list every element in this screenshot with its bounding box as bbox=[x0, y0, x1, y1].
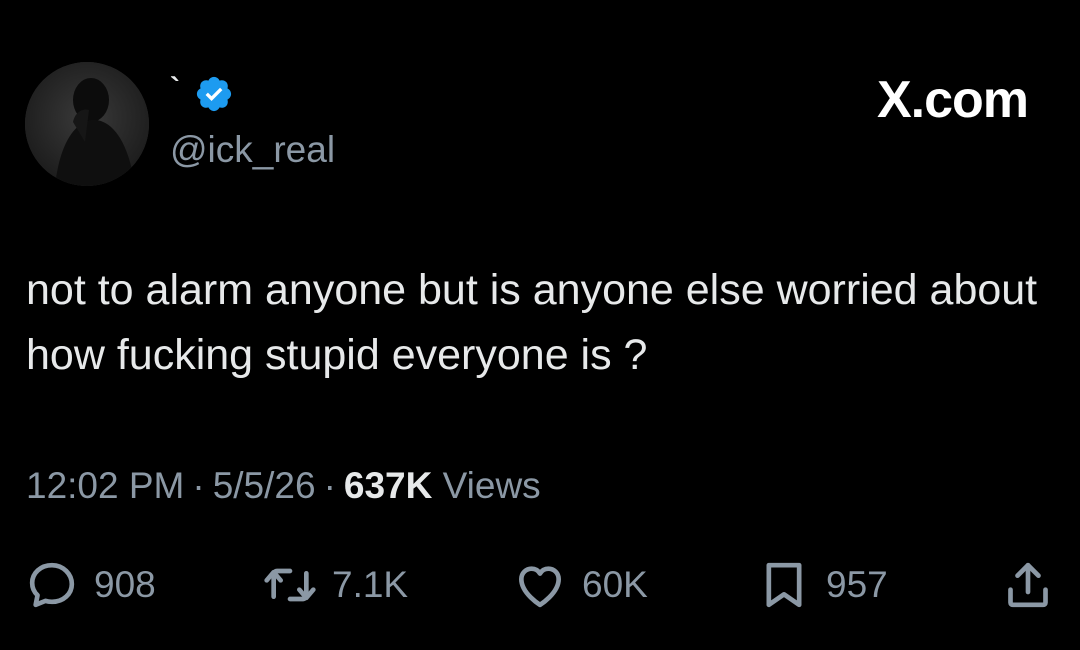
tweet-time[interactable]: 12:02 PM bbox=[26, 465, 184, 506]
heart-icon bbox=[512, 557, 568, 613]
verified-badge-icon bbox=[194, 74, 234, 114]
tweet-date[interactable]: 5/5/26 bbox=[213, 465, 316, 506]
bookmark-button[interactable]: 957 bbox=[756, 555, 888, 615]
repost-button[interactable]: 7.1K bbox=[262, 555, 408, 615]
author-handle[interactable]: @ick_real bbox=[170, 128, 335, 172]
tweet-actions-bar: 908 7.1K 60K 957 bbox=[0, 555, 1080, 615]
brand-logo-text: X.com bbox=[876, 71, 1029, 129]
avatar[interactable] bbox=[25, 62, 149, 186]
repost-count: 7.1K bbox=[332, 564, 409, 605]
views-label: Views bbox=[442, 465, 541, 506]
repost-icon bbox=[262, 557, 318, 613]
like-count: 60K bbox=[582, 564, 648, 605]
tweet-text: not to alarm anyone but is anyone else w… bbox=[26, 266, 1038, 379]
reply-icon bbox=[24, 557, 80, 613]
bookmark-count: 957 bbox=[826, 564, 888, 605]
reply-button[interactable]: 908 bbox=[24, 555, 156, 615]
views-count: 637K bbox=[343, 465, 433, 506]
bookmark-icon bbox=[756, 557, 812, 613]
reply-count: 908 bbox=[94, 564, 156, 605]
like-button[interactable]: 60K bbox=[512, 555, 648, 615]
share-button[interactable] bbox=[1000, 555, 1056, 615]
share-icon bbox=[1000, 557, 1056, 613]
meta-separator: · bbox=[323, 465, 336, 506]
display-name[interactable]: ` bbox=[170, 74, 180, 104]
author-name-row: ` bbox=[170, 72, 234, 116]
tweet-card: ` @ick_real X.com not to alarm anyone bu… bbox=[0, 0, 1080, 650]
avatar-image bbox=[25, 62, 149, 186]
meta-separator: · bbox=[192, 465, 205, 506]
tweet-meta: 12:02 PM · 5/5/26 · 637K Views bbox=[26, 462, 541, 510]
